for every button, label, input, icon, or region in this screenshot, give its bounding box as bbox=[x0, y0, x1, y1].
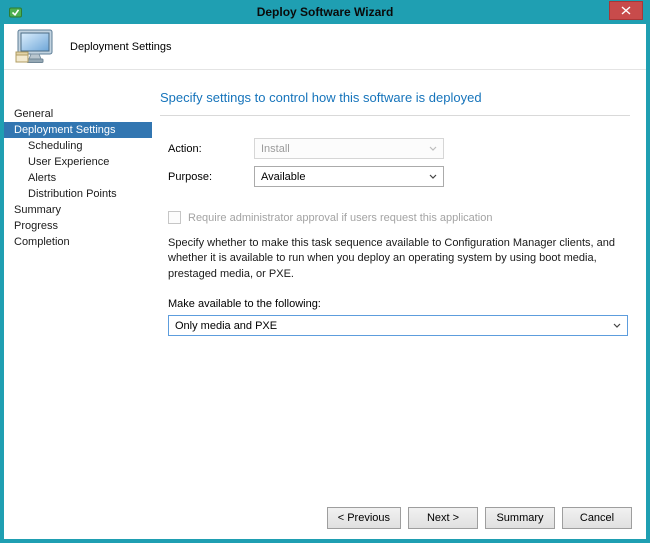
sidebar-item-general[interactable]: General bbox=[4, 106, 152, 122]
wizard-step-list: General Deployment Settings Scheduling U… bbox=[4, 70, 152, 497]
wizard-footer: < Previous Next > Summary Cancel bbox=[4, 497, 646, 539]
page-heading: Specify settings to control how this sof… bbox=[160, 90, 630, 105]
deployment-settings-panel: Specify settings to control how this sof… bbox=[152, 70, 646, 497]
purpose-row: Purpose: Available bbox=[168, 166, 630, 187]
heading-divider bbox=[160, 115, 630, 116]
close-button[interactable] bbox=[609, 1, 643, 20]
approval-checkbox-label: Require administrator approval if users … bbox=[188, 212, 493, 224]
previous-button[interactable]: < Previous bbox=[327, 507, 401, 529]
approval-checkbox bbox=[168, 211, 181, 224]
availability-description: Specify whether to make this task sequen… bbox=[168, 236, 630, 282]
make-available-label: Make available to the following: bbox=[168, 298, 630, 310]
action-label: Action: bbox=[168, 143, 254, 155]
sidebar-item-alerts[interactable]: Alerts bbox=[4, 170, 152, 186]
deploy-software-wizard-window: Deploy Software Wizard bbox=[0, 0, 650, 543]
chevron-down-icon bbox=[429, 174, 437, 179]
wizard-page-title: Deployment Settings bbox=[70, 41, 172, 53]
sidebar-item-distribution-points[interactable]: Distribution Points bbox=[4, 186, 152, 202]
sidebar-item-summary[interactable]: Summary bbox=[4, 202, 152, 218]
sidebar-item-scheduling[interactable]: Scheduling bbox=[4, 138, 152, 154]
make-available-value: Only media and PXE bbox=[175, 320, 277, 332]
wizard-body: General Deployment Settings Scheduling U… bbox=[4, 70, 646, 497]
approval-checkbox-row: Require administrator approval if users … bbox=[168, 211, 630, 224]
sidebar-item-deployment-settings[interactable]: Deployment Settings bbox=[4, 122, 152, 138]
chevron-down-icon bbox=[613, 323, 621, 328]
purpose-value: Available bbox=[261, 171, 305, 183]
action-select: Install bbox=[254, 138, 444, 159]
wizard-app-icon bbox=[8, 5, 23, 20]
purpose-label: Purpose: bbox=[168, 171, 254, 183]
action-value: Install bbox=[261, 143, 290, 155]
software-deployment-icon bbox=[14, 29, 56, 67]
make-available-select[interactable]: Only media and PXE bbox=[168, 315, 628, 336]
purpose-select[interactable]: Available bbox=[254, 166, 444, 187]
cancel-button[interactable]: Cancel bbox=[562, 507, 632, 529]
next-button[interactable]: Next > bbox=[408, 507, 478, 529]
sidebar-item-completion[interactable]: Completion bbox=[4, 234, 152, 250]
sidebar-item-user-experience[interactable]: User Experience bbox=[4, 154, 152, 170]
title-bar: Deploy Software Wizard bbox=[4, 0, 646, 24]
wizard-header: Deployment Settings bbox=[4, 24, 646, 70]
sidebar-item-progress[interactable]: Progress bbox=[4, 218, 152, 234]
close-icon bbox=[621, 6, 631, 15]
action-row: Action: Install bbox=[168, 138, 630, 159]
chevron-down-icon bbox=[429, 146, 437, 151]
window-content: Deployment Settings General Deployment S… bbox=[4, 24, 646, 539]
summary-button[interactable]: Summary bbox=[485, 507, 555, 529]
window-title: Deploy Software Wizard bbox=[4, 0, 646, 24]
